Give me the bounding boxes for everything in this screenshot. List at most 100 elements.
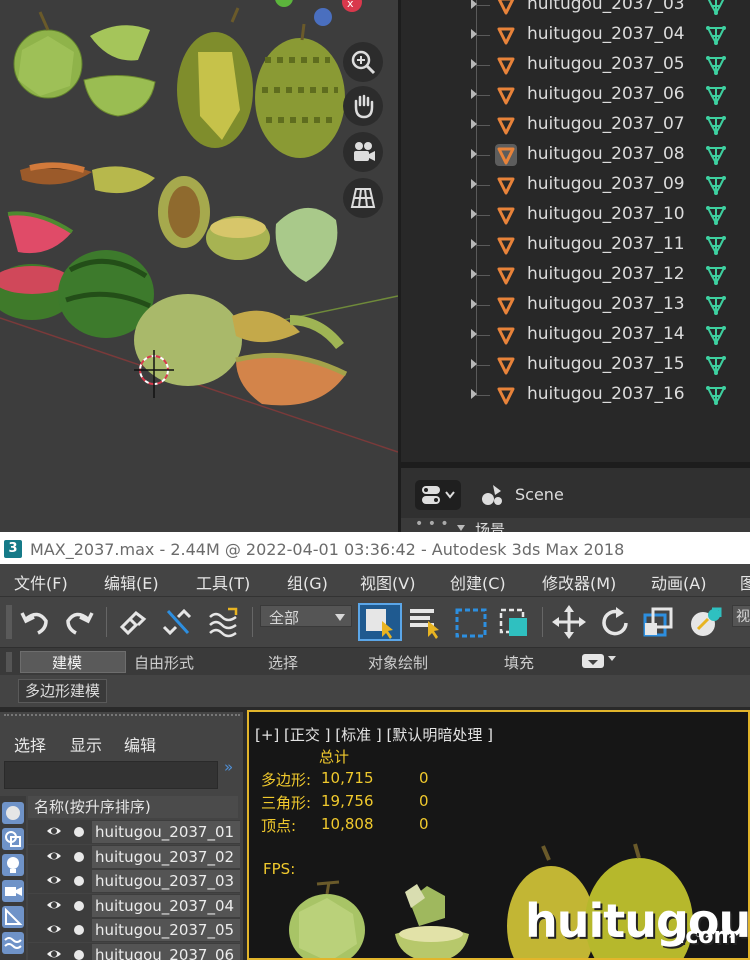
- undo-icon[interactable]: [18, 605, 52, 639]
- select-object-button[interactable]: [358, 603, 402, 641]
- mesh-data-icon[interactable]: [705, 24, 727, 46]
- scene-explorer-menu-select[interactable]: 选择: [14, 732, 46, 756]
- scene-explorer-item-label[interactable]: huitugou_2037_02: [92, 845, 240, 868]
- select-by-name-icon[interactable]: [408, 605, 442, 639]
- max-perspective-viewport[interactable]: [+] [正交 ] [标准 ] [默认明暗处理 ] 总计 多边形: 10,715…: [247, 710, 750, 960]
- scene-explorer-row[interactable]: huitugou_2037_06: [28, 942, 240, 960]
- expand-arrow-icon[interactable]: [471, 299, 477, 309]
- mesh-data-icon[interactable]: [705, 84, 727, 106]
- mesh-data-icon[interactable]: [705, 174, 727, 196]
- expand-arrow-icon[interactable]: [471, 119, 477, 129]
- ribbon-options-button[interactable]: [582, 654, 604, 668]
- scene-explorer-row[interactable]: huitugou_2037_05: [28, 918, 240, 942]
- outliner-row[interactable]: huitugou_2037_09: [401, 170, 750, 200]
- outliner-item-label[interactable]: huitugou_2037_04: [527, 24, 685, 44]
- outliner-item-label[interactable]: huitugou_2037_13: [527, 294, 685, 314]
- lights-filter-icon[interactable]: [2, 854, 24, 876]
- outliner-item-label[interactable]: huitugou_2037_09: [527, 174, 685, 194]
- expand-arrow-icon[interactable]: [471, 329, 477, 339]
- collapse-arrow-icon[interactable]: [457, 525, 465, 531]
- rotate-icon[interactable]: [598, 605, 632, 639]
- outliner-row[interactable]: huitugou_2037_05: [401, 50, 750, 80]
- tab-selection[interactable]: 选择: [268, 652, 298, 673]
- outliner-item-label[interactable]: huitugou_2037_11: [527, 234, 685, 254]
- cameras-filter-icon[interactable]: [2, 880, 24, 902]
- mesh-data-icon[interactable]: [705, 264, 727, 286]
- grid-icon[interactable]: [343, 178, 383, 218]
- expand-arrow-icon[interactable]: [471, 359, 477, 369]
- mesh-data-icon[interactable]: [705, 234, 727, 256]
- scene-explorer-item-label[interactable]: huitugou_2037_05: [92, 919, 240, 941]
- object-icon[interactable]: [495, 144, 517, 166]
- outliner-item-label[interactable]: huitugou_2037_14: [527, 324, 685, 344]
- scene-explorer-menu-edit[interactable]: 编辑: [124, 732, 156, 756]
- object-icon[interactable]: [495, 54, 517, 76]
- polygon-modeling-panel[interactable]: 多边形建模: [18, 679, 108, 703]
- scale-icon[interactable]: [642, 605, 676, 639]
- outliner-row[interactable]: huitugou_2037_15: [401, 350, 750, 380]
- object-icon[interactable]: [495, 174, 517, 196]
- outliner-row[interactable]: huitugou_2037_14: [401, 320, 750, 350]
- expand-arrow-icon[interactable]: [471, 89, 477, 99]
- menu-graph[interactable]: 图: [740, 570, 750, 594]
- editor-type-button[interactable]: [415, 480, 461, 510]
- blender-outliner[interactable]: huitugou_2037_03 huitugou_2037_04 huitugou…: [401, 0, 750, 462]
- outliner-row[interactable]: huitugou_2037_07: [401, 110, 750, 140]
- mesh-data-icon[interactable]: [705, 324, 727, 346]
- helpers-filter-icon[interactable]: [2, 906, 24, 928]
- mesh-data-icon[interactable]: [705, 0, 727, 16]
- visibility-eye-icon[interactable]: [46, 947, 62, 960]
- object-icon[interactable]: [495, 24, 517, 46]
- rectangular-selection-icon[interactable]: [454, 605, 488, 639]
- bind-spacewarp-icon[interactable]: [206, 605, 240, 639]
- scene-explorer-row[interactable]: huitugou_2037_01: [28, 820, 240, 844]
- window-crossing-icon[interactable]: [498, 605, 532, 639]
- pan-hand-icon[interactable]: [343, 86, 383, 126]
- visibility-eye-icon[interactable]: [46, 849, 62, 863]
- expand-arrow-icon[interactable]: [471, 239, 477, 249]
- move-icon[interactable]: [552, 605, 586, 639]
- mesh-data-icon[interactable]: [705, 114, 727, 136]
- menu-views[interactable]: 视图(V): [360, 570, 415, 594]
- menu-file[interactable]: 文件(F): [14, 570, 68, 594]
- mesh-data-icon[interactable]: [705, 144, 727, 166]
- scene-explorer-item-label[interactable]: huitugou_2037_04: [92, 894, 240, 917]
- menu-tools[interactable]: 工具(T): [196, 570, 250, 594]
- outliner-row[interactable]: huitugou_2037_13: [401, 290, 750, 320]
- object-icon[interactable]: [495, 264, 517, 286]
- name-column-header[interactable]: 名称(按升序排序): [28, 796, 238, 818]
- object-icon[interactable]: [495, 354, 517, 376]
- outliner-item-label[interactable]: huitugou_2037_03: [527, 0, 685, 14]
- geometry-filter-icon[interactable]: [2, 802, 24, 824]
- object-icon[interactable]: [495, 0, 517, 16]
- render-dot-icon[interactable]: [74, 851, 84, 862]
- render-dot-icon[interactable]: [74, 925, 84, 935]
- tab-freeform[interactable]: 自由形式: [134, 652, 194, 673]
- expand-arrow-icon[interactable]: [471, 59, 477, 69]
- mesh-data-icon[interactable]: [705, 354, 727, 376]
- menu-animation[interactable]: 动画(A): [651, 570, 706, 594]
- object-icon[interactable]: [495, 384, 517, 406]
- expand-arrow-icon[interactable]: [471, 149, 477, 159]
- outliner-row[interactable]: huitugou_2037_10: [401, 200, 750, 230]
- mesh-data-icon[interactable]: [705, 294, 727, 316]
- selection-filter-dropdown[interactable]: 全部: [260, 605, 352, 627]
- outliner-item-label[interactable]: huitugou_2037_06: [527, 84, 685, 104]
- menu-edit[interactable]: 编辑(E): [104, 570, 159, 594]
- collection-more-dots[interactable]: • • •: [415, 516, 449, 532]
- render-dot-icon[interactable]: [74, 876, 84, 886]
- render-dot-icon[interactable]: [74, 827, 84, 837]
- outliner-item-label[interactable]: huitugou_2037_12: [527, 264, 685, 284]
- object-icon[interactable]: [495, 204, 517, 226]
- scene-explorer-row[interactable]: huitugou_2037_02: [28, 844, 240, 869]
- spacewarps-filter-icon[interactable]: [2, 932, 24, 954]
- scene-explorer-row[interactable]: huitugou_2037_04: [28, 893, 240, 918]
- scene-label[interactable]: Scene: [515, 485, 564, 504]
- outliner-item-label[interactable]: huitugou_2037_08: [527, 144, 685, 164]
- reference-coordinate-icon[interactable]: [688, 605, 722, 639]
- outliner-row[interactable]: huitugou_2037_06: [401, 80, 750, 110]
- scene-explorer-row[interactable]: huitugou_2037_03: [28, 869, 240, 893]
- expand-arrow-icon[interactable]: [471, 179, 477, 189]
- redo-icon[interactable]: [62, 605, 96, 639]
- expand-arrow-icon[interactable]: [471, 269, 477, 279]
